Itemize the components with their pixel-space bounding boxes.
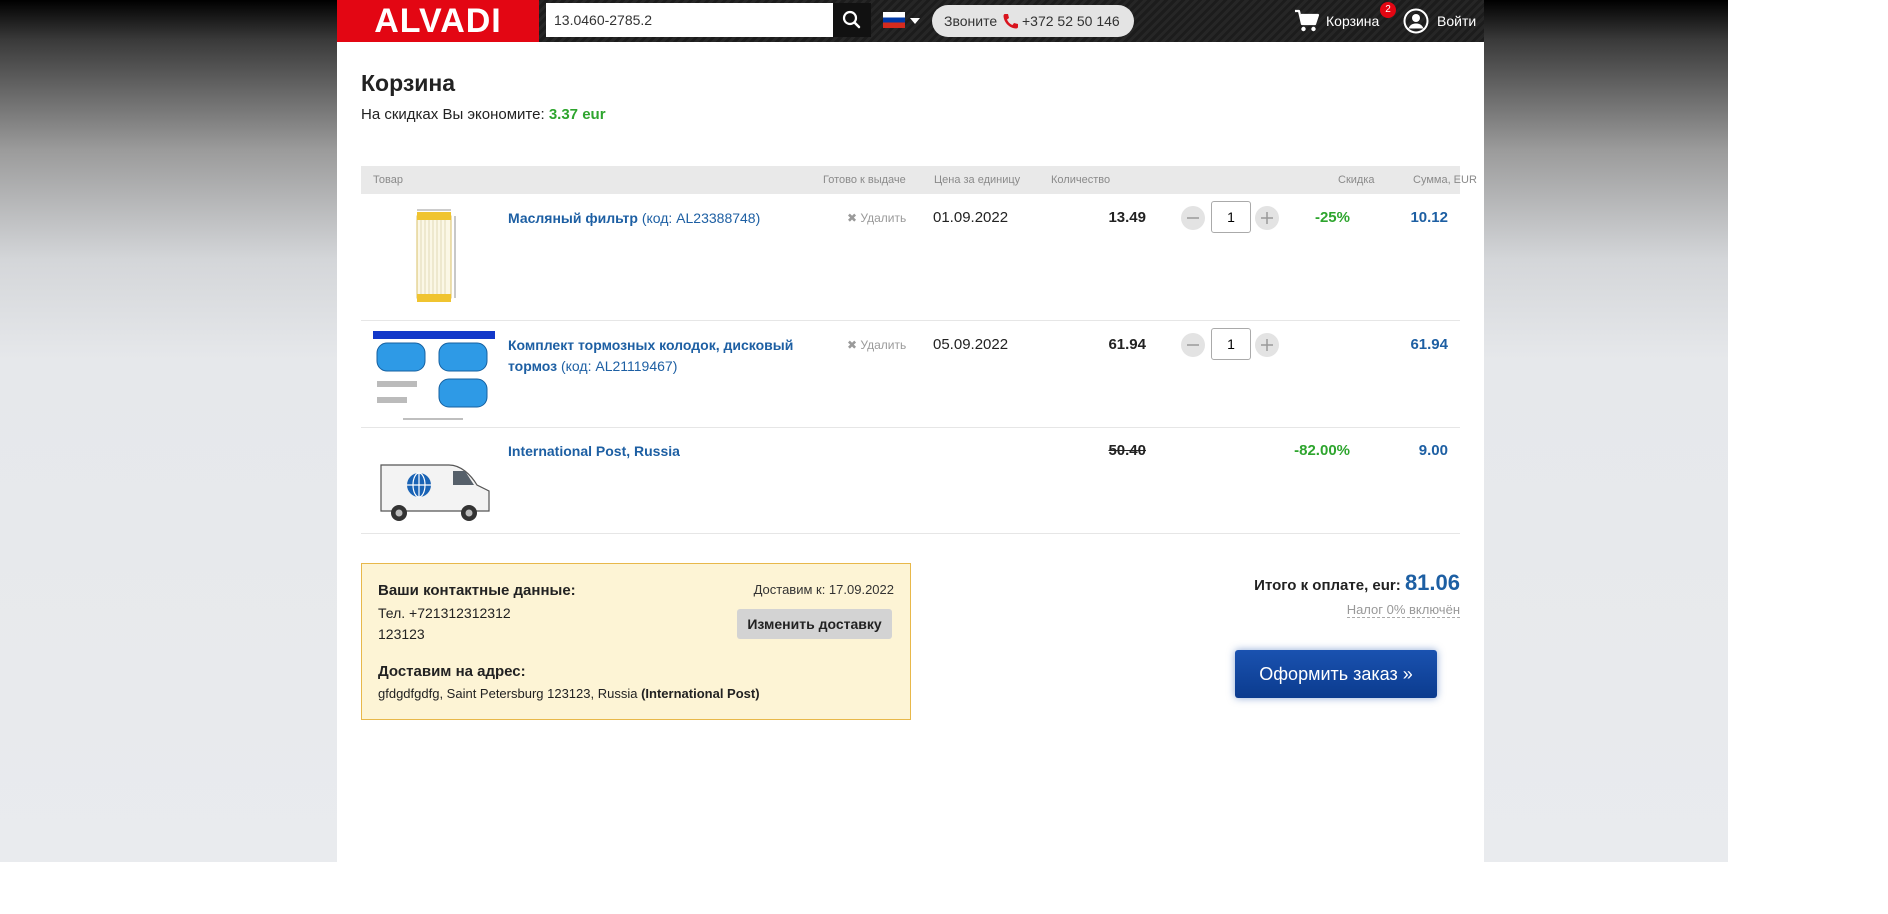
change-delivery-button[interactable]: Изменить доставку [737, 609, 892, 639]
discount-value: -82.00% [1294, 442, 1350, 459]
call-pill[interactable]: Звоните +372 52 50 146 [932, 5, 1134, 37]
search-input[interactable] [546, 3, 833, 37]
delete-item-button[interactable]: ✖ Удалить [847, 338, 906, 352]
col-ready: Готово к выдаче [823, 174, 906, 186]
tax-note[interactable]: Налог 0% включён [1346, 602, 1460, 618]
brake-pads-image[interactable] [373, 331, 495, 431]
cart-icon [1295, 9, 1320, 32]
savings-label: На скидках Вы экономите: [361, 106, 545, 123]
oil-filter-image[interactable] [373, 206, 495, 306]
product-name-link[interactable]: Масляный фильтр (код: AL23388748) [508, 208, 828, 229]
table-row: Комплект тормозных колодок, дисковый тор… [361, 321, 1460, 428]
product-name-link[interactable]: Комплект тормозных колодок, дисковый тор… [508, 335, 828, 377]
top-bar: ALVADI Звоните +372 52 50 146 Корзина 2 [337, 0, 1484, 42]
page-title: Корзина [361, 70, 456, 96]
product-name-link[interactable]: International Post, Russia [508, 441, 828, 462]
table-row: International Post, Russia 50.40 -82.00%… [361, 427, 1460, 534]
qty-minus-button[interactable] [1181, 206, 1205, 230]
minus-icon [1187, 217, 1199, 219]
total-label: Итого к оплате, eur: [1254, 577, 1401, 594]
row-sum: 9.00 [1418, 442, 1448, 459]
contact-code: 123123 [378, 626, 425, 642]
user-icon [1403, 8, 1429, 34]
col-unit-price: Цена за единицу [934, 174, 1021, 186]
phone-icon [1003, 14, 1018, 29]
delivery-date: Доставим к: 17.09.2022 [753, 582, 894, 597]
qty-input[interactable] [1211, 201, 1251, 233]
total-line: Итого к оплате, eur: 81.06 [1254, 570, 1460, 596]
call-label: Звоните [944, 13, 998, 29]
flag-ru-icon[interactable] [883, 12, 905, 28]
savings-line: На скидках Вы экономите: 3.37 eur [361, 106, 606, 123]
unit-price: 61.94 [1108, 336, 1146, 353]
row-sum: 10.12 [1410, 209, 1448, 226]
product-name[interactable]: International Post, Russia [508, 443, 680, 459]
discount-value: -25% [1314, 209, 1350, 226]
language-dropdown-caret[interactable] [910, 18, 920, 24]
cart-panel: Корзина На скидках Вы экономите: 3.37 eu… [337, 42, 1484, 862]
row-sum: 61.94 [1410, 336, 1448, 353]
carrier-name: (International Post) [641, 686, 760, 701]
login-label: Войти [1437, 13, 1477, 29]
delivery-address: gfdgdfgdfg, Saint Petersburg 123123, Rus… [378, 686, 760, 701]
plus-icon [1261, 339, 1273, 351]
product-code: (код: AL23388748) [641, 210, 761, 226]
qty-plus-button[interactable] [1255, 333, 1279, 357]
savings-amount: 3.37 eur [548, 106, 606, 123]
contact-phone: Тел. +721312312312 [378, 605, 511, 621]
search-icon [842, 10, 861, 29]
col-sum: Сумма, EUR [1413, 174, 1477, 186]
qty-input[interactable] [1211, 328, 1251, 360]
place-order-button[interactable]: Оформить заказ » [1235, 650, 1437, 698]
plus-icon [1261, 212, 1273, 224]
col-discount: Скидка [1338, 174, 1375, 186]
cart-label: Корзина [1326, 13, 1380, 29]
ready-date: 01.09.2022 [933, 209, 1009, 226]
alvadi-logo[interactable]: ALVADI [337, 0, 539, 42]
table-row: Масляный фильтр (код: AL23388748) ✖ Удал… [361, 194, 1460, 321]
ready-date: 05.09.2022 [933, 336, 1009, 353]
cart-table-header: Товар Готово к выдаче Цена за единицу Ко… [361, 166, 1477, 194]
unit-price: 13.49 [1108, 209, 1146, 226]
cart-count-badge: 2 [1380, 2, 1396, 18]
col-qty: Количество [1051, 174, 1111, 186]
product-code: (код: AL21119467) [560, 358, 678, 374]
delivery-van-image[interactable] [373, 441, 495, 541]
qty-minus-button[interactable] [1181, 333, 1205, 357]
address-text: gfdgdfgdfg, Saint Petersburg 123123, Rus… [378, 686, 638, 701]
phone-number: +372 52 50 146 [1022, 13, 1120, 29]
contact-title: Ваши контактные данные: [378, 582, 576, 599]
total-value: 81.06 [1404, 570, 1460, 595]
contact-details-box: Ваши контактные данные: Тел. +7213123123… [361, 563, 911, 720]
search-button[interactable] [833, 3, 871, 37]
product-name[interactable]: Масляный фильтр [508, 210, 638, 226]
qty-plus-button[interactable] [1255, 206, 1279, 230]
unit-price: 50.40 [1108, 442, 1146, 459]
col-product: Товар [373, 174, 403, 186]
address-title: Доставим на адрес: [378, 663, 526, 680]
minus-icon [1187, 344, 1199, 346]
delete-item-button[interactable]: ✖ Удалить [847, 211, 906, 225]
